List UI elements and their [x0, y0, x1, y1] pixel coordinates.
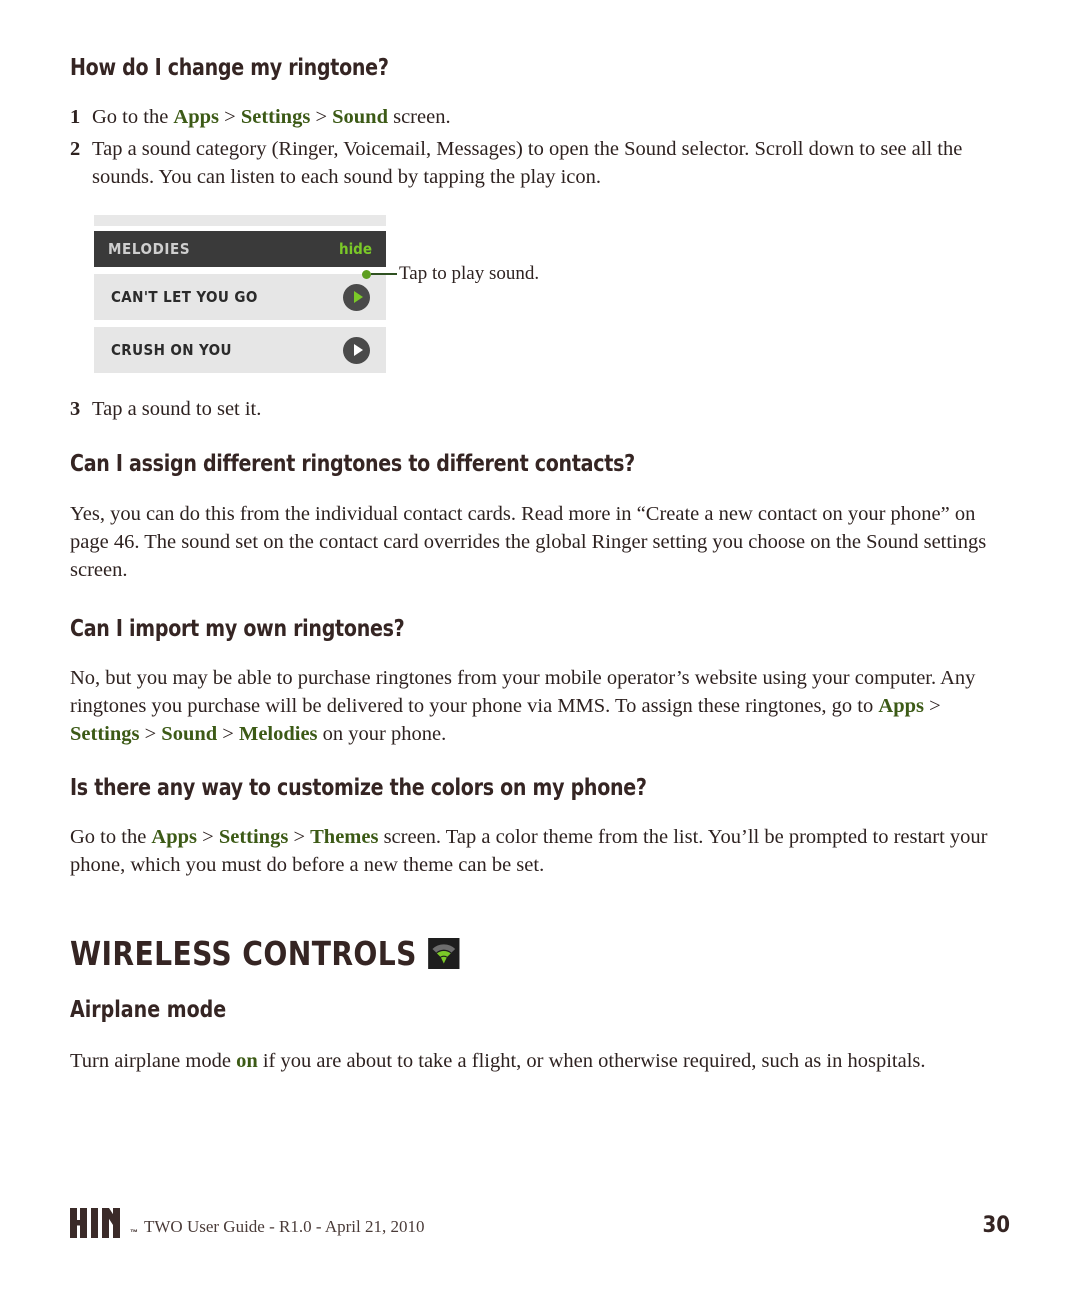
callout-text: Tap to play sound.	[399, 263, 540, 284]
heading-import-ringtones: Can I import my own ringtones?	[70, 616, 405, 642]
kin-logo: ™	[70, 1208, 138, 1238]
wifi-icon	[428, 938, 460, 969]
play-triangle	[353, 291, 363, 303]
melodies-screenshot-figure: MELODIES hide CAN'T LET YOU GO CRUSH ON …	[94, 215, 539, 373]
nav-separator: >	[923, 695, 941, 717]
paragraph-part: on your phone.	[317, 723, 447, 745]
melodies-header-label: MELODIES	[108, 240, 191, 258]
emphasis-on: on	[236, 1050, 258, 1072]
nav-term-settings: Settings	[240, 106, 311, 128]
nav-separator: >	[139, 723, 162, 745]
melodies-header-bar: MELODIES hide	[94, 231, 386, 267]
nav-separator: >	[219, 106, 241, 128]
paragraph-part: No, but you may be able to purchase ring…	[70, 667, 976, 717]
page-title: How do I change my ringtone?	[70, 55, 389, 81]
footer-left-group: ™ TWO User Guide - R1.0 - April 21, 2010	[70, 1208, 424, 1238]
play-triangle	[353, 344, 363, 356]
paragraph-part: if you are about to take a flight, or wh…	[257, 1050, 926, 1072]
heading-customize-colors: Is there any way to customize the colors…	[70, 775, 647, 801]
heading-assign-ringtones: Can I assign different ringtones to diff…	[70, 451, 635, 477]
section-title-text: WIRELESS CONTROLS	[70, 934, 417, 973]
paragraph-customize-colors: Go to the Apps > Settings > Themes scree…	[70, 823, 1010, 879]
ringtone-steps-continued: 3 Tap a sound to set it.	[70, 395, 1010, 423]
paragraph-part: Go to the	[70, 826, 152, 848]
nav-separator: >	[288, 826, 311, 848]
nav-term-settings: Settings	[218, 826, 289, 848]
nav-term-settings: Settings	[70, 723, 140, 745]
nav-separator: >	[217, 723, 239, 745]
nav-term-themes: Themes	[310, 826, 379, 848]
page-footer: ™ TWO User Guide - R1.0 - April 21, 2010…	[70, 1208, 1010, 1238]
list-item: 2 Tap a sound category (Ringer, Voicemai…	[70, 135, 1010, 191]
step-text: Tap a sound category (Ringer, Voicemail,…	[92, 138, 963, 188]
song-title: CAN'T LET YOU GO	[111, 288, 258, 306]
nav-separator: >	[310, 106, 333, 128]
nav-term-melodies: Melodies	[238, 723, 318, 745]
paragraph-airplane-mode: Turn airplane mode on if you are about t…	[70, 1047, 1010, 1075]
document-page: How do I change my ringtone? 1 Go to the…	[0, 0, 1080, 1296]
nav-term-apps: Apps	[173, 106, 220, 128]
nav-term-apps: Apps	[878, 695, 924, 717]
paragraph-part: Turn airplane mode	[70, 1050, 237, 1072]
page-number: 30	[982, 1213, 1010, 1238]
step-number: 1	[70, 106, 81, 128]
paragraph-assign-ringtones: Yes, you can do this from the individual…	[70, 503, 987, 581]
list-item: 3 Tap a sound to set it.	[70, 395, 1010, 423]
hide-button[interactable]: hide	[339, 240, 372, 258]
callout-dot	[362, 269, 371, 279]
ringtone-steps-list: 1 Go to the Apps > Settings > Sound scre…	[70, 103, 1010, 191]
song-title: CRUSH ON YOU	[111, 341, 232, 359]
play-icon[interactable]	[343, 336, 370, 364]
step-text: Tap a sound to set it.	[92, 398, 262, 420]
footer-guide-label: TWO User Guide - R1.0 - April 21, 2010	[144, 1217, 425, 1236]
step-number: 2	[70, 138, 81, 160]
table-row[interactable]: CRUSH ON YOU	[94, 327, 386, 373]
heading-airplane-mode: Airplane mode	[70, 997, 227, 1023]
list-item: 1 Go to the Apps > Settings > Sound scre…	[70, 103, 1010, 131]
partial-row-strip	[94, 215, 386, 226]
nav-separator: >	[197, 826, 219, 848]
callout-annotation: Tap to play sound.	[362, 263, 539, 285]
step-text: Go to the Apps > Settings > Sound screen…	[92, 103, 1010, 131]
paragraph-import-ringtones: No, but you may be able to purchase ring…	[70, 664, 1010, 748]
nav-term-sound: Sound	[332, 106, 388, 128]
step-number: 3	[70, 398, 81, 420]
callout-leader-line	[371, 273, 397, 275]
nav-term-sound: Sound	[161, 723, 218, 745]
nav-term-apps: Apps	[151, 826, 198, 848]
table-row[interactable]: CAN'T LET YOU GO	[94, 274, 386, 320]
step-text-part: screen.	[387, 106, 451, 128]
play-icon[interactable]	[343, 283, 370, 311]
section-heading-wireless-controls: WIRELESS CONTROLS	[70, 934, 963, 973]
step-text-part: Go to the	[92, 106, 174, 128]
trademark-symbol: ™	[130, 1228, 138, 1237]
